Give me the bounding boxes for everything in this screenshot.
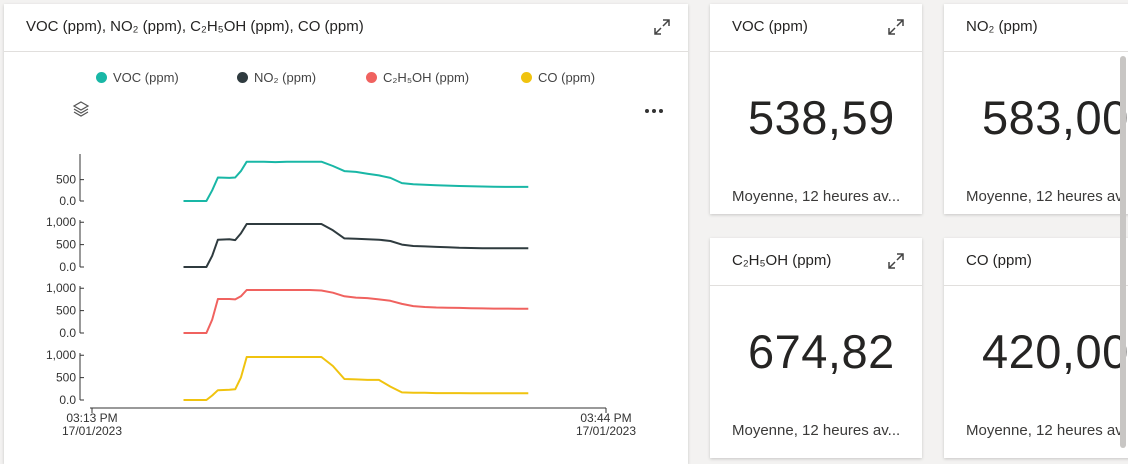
- tile-header: VOC (ppm): [710, 4, 922, 52]
- metric-value: 674,82: [748, 325, 895, 378]
- metric-value: 420,00: [982, 325, 1128, 378]
- metric-tile-no2[interactable]: NO₂ (ppm) 583,00 Moyenne, 12 heures av: [944, 4, 1128, 214]
- line-chart-tile[interactable]: VOC (ppm), NO₂ (ppm), C₂H₅OH (ppm), CO (…: [4, 4, 688, 464]
- metric-subtitle: Moyenne, 12 heures av...: [732, 188, 901, 205]
- tile-title: NO₂ (ppm): [966, 18, 1038, 35]
- series-line: [183, 289, 529, 334]
- series-line: [183, 160, 529, 202]
- x-tick-end-date: 17/01/2023: [575, 424, 637, 438]
- x-tick-start: 03:13 PM 17/01/2023: [56, 412, 128, 438]
- metric-subtitle: Moyenne, 12 heures av: [966, 188, 1123, 205]
- tile-header: C₂H₅OH (ppm): [710, 238, 922, 286]
- tile-header: CO (ppm): [944, 238, 1128, 286]
- y-tick-label: 500: [56, 238, 76, 252]
- metric-tile-co[interactable]: CO (ppm) 420,00 Moyenne, 12 heures av: [944, 238, 1128, 458]
- y-tick-label: 500: [56, 371, 76, 385]
- y-tick-label: 0.0: [59, 326, 76, 340]
- metric-subtitle: Moyenne, 12 heures av...: [732, 422, 901, 439]
- x-tick-start-date: 17/01/2023: [61, 424, 123, 438]
- y-tick-label: 0.0: [59, 260, 76, 274]
- metric-tile-voc[interactable]: VOC (ppm) 538,59 Moyenne, 12 heures av..…: [710, 4, 922, 214]
- metric-value: 538,59: [748, 91, 895, 144]
- tile-title: VOC (ppm): [732, 18, 808, 35]
- metric-tile-c2h5oh[interactable]: C₂H₅OH (ppm) 674,82 Moyenne, 12 heures a…: [710, 238, 922, 458]
- y-tick-label: 500: [56, 173, 76, 187]
- y-tick-label: 1,000: [46, 348, 76, 362]
- series-line: [183, 356, 529, 401]
- vertical-scrollbar[interactable]: [1120, 56, 1126, 448]
- expand-icon[interactable]: [886, 17, 906, 37]
- series-line: [183, 223, 529, 268]
- chart-plot-area: 0.0 500 0.0 500 1,000 0.0 500 1,000 0.0 500 1,000: [46, 154, 607, 413]
- y-tick-label: 0.0: [59, 194, 76, 208]
- y-tick-label: 1,000: [46, 215, 76, 229]
- metric-value: 583,00: [982, 91, 1128, 144]
- expand-icon[interactable]: [886, 251, 906, 271]
- tile-title: CO (ppm): [966, 252, 1032, 269]
- y-tick-label: 500: [56, 304, 76, 318]
- y-tick-label: 0.0: [59, 393, 76, 407]
- metric-subtitle: Moyenne, 12 heures av: [966, 422, 1123, 439]
- tile-header: NO₂ (ppm): [944, 4, 1128, 52]
- x-tick-end: 03:44 PM 17/01/2023: [570, 412, 642, 438]
- y-tick-label: 1,000: [46, 281, 76, 295]
- tile-title: C₂H₅OH (ppm): [732, 252, 832, 269]
